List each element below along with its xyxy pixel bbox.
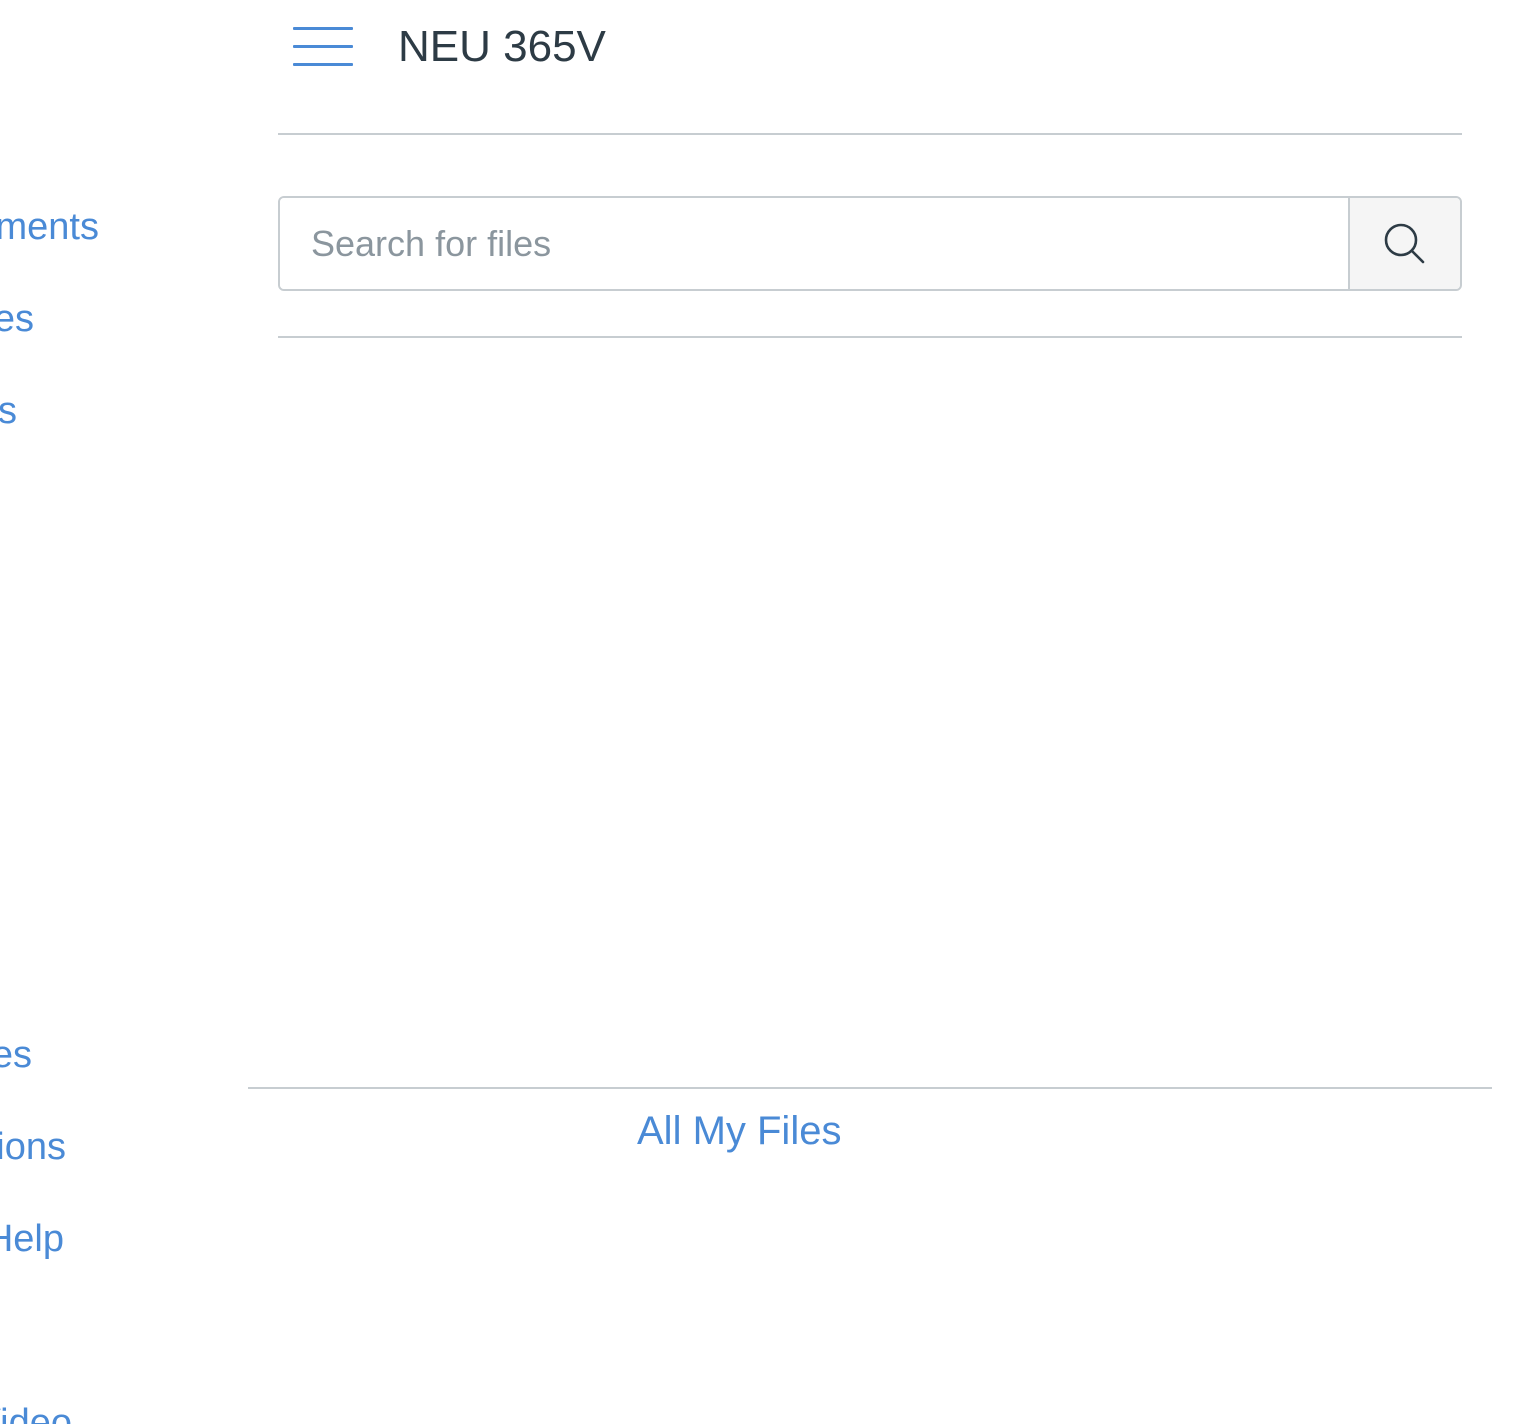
search-divider: [278, 336, 1462, 338]
hamburger-bar: [293, 27, 353, 30]
search-icon: [1384, 223, 1425, 263]
page: Assignments Grades Modules Files Discuss…: [0, 0, 1520, 1424]
nav-link-files[interactable]: Files: [0, 1032, 32, 1078]
footer-divider: [248, 1087, 1492, 1089]
search-button[interactable]: [1348, 198, 1460, 289]
nav-link-discussions[interactable]: Discussions: [0, 1124, 66, 1170]
nav-link-help[interactable]: Help: [0, 1216, 64, 1262]
search-input[interactable]: [280, 198, 1348, 289]
hamburger-menu-icon[interactable]: [290, 24, 354, 70]
hamburger-bar: [293, 63, 353, 66]
all-my-files-link[interactable]: All My Files: [637, 1106, 841, 1156]
nav-link-assignments[interactable]: Assignments: [0, 204, 99, 250]
course-title: NEU 365V: [398, 22, 606, 71]
nav-link-video[interactable]: Video: [0, 1400, 72, 1424]
file-search: [278, 196, 1462, 291]
nav-link-modules[interactable]: Modules: [0, 388, 17, 434]
course-navigation: Assignments Grades Modules Files Discuss…: [0, 0, 240, 1424]
header-divider: [278, 133, 1462, 135]
nav-link-grades[interactable]: Grades: [0, 296, 34, 342]
hamburger-bar: [293, 45, 353, 48]
